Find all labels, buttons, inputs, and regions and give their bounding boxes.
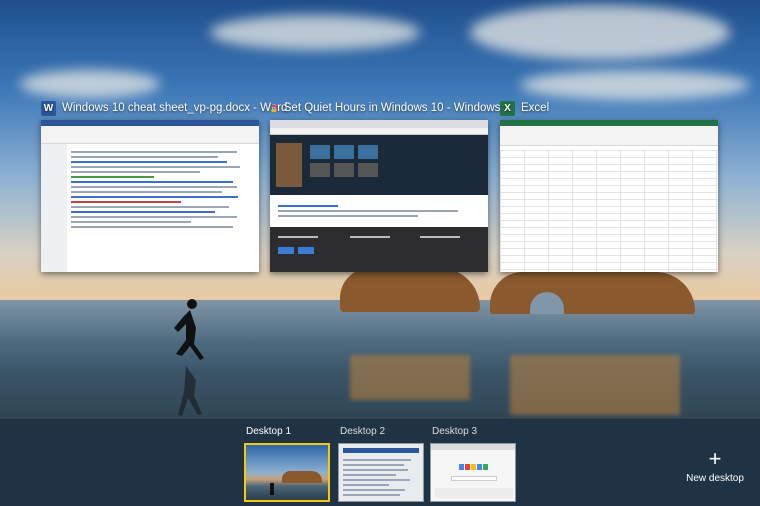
- desktop-label: Desktop 3: [432, 426, 478, 437]
- spreadsheet-grid: [500, 150, 718, 272]
- window-title: Windows 10 cheat sheet_vp-pg.docx - Word: [62, 102, 288, 114]
- desktop-3[interactable]: Desktop 3: [430, 426, 516, 502]
- chrome-icon: [270, 104, 278, 112]
- window-preview-chrome[interactable]: Set Quiet Hours in Windows 10 - Windows.…: [270, 98, 510, 276]
- cloud: [520, 70, 750, 100]
- desktop-label: Desktop 2: [340, 426, 386, 437]
- article-text: [278, 202, 478, 220]
- window-title-bar: W Windows 10 cheat sheet_vp-pg.docx - Wo…: [41, 98, 287, 118]
- window-preview-excel[interactable]: X Excel: [500, 98, 718, 276]
- word-document-body: [71, 148, 255, 272]
- plus-icon: +: [708, 446, 722, 471]
- browser-tabs: [270, 120, 488, 128]
- google-logo-mini: [459, 464, 488, 470]
- new-desktop-button[interactable]: + New desktop: [684, 446, 746, 485]
- desktop-2[interactable]: Desktop 2: [338, 426, 424, 502]
- desktop-thumbnail[interactable]: [430, 443, 516, 502]
- arch-reflection: [510, 355, 680, 415]
- window-thumbnail[interactable]: [41, 120, 259, 272]
- word-icon: W: [41, 100, 56, 116]
- rock-arch: [490, 272, 695, 314]
- desktop-thumbnail[interactable]: [338, 443, 424, 502]
- window-thumbnail[interactable]: [500, 120, 718, 272]
- article-hero-image: [270, 135, 488, 195]
- page-footer: [270, 227, 488, 272]
- rock-reflection: [350, 355, 470, 400]
- word-ribbon: [41, 126, 259, 144]
- window-title-bar: X Excel: [500, 98, 740, 118]
- desktop-thumbnail[interactable]: [244, 443, 330, 502]
- window-title: Set Quiet Hours in Windows 10 - Windows.…: [283, 102, 510, 114]
- window-title: Excel: [521, 102, 550, 114]
- desktop-label: Desktop 1: [246, 426, 292, 437]
- excel-icon: X: [500, 100, 515, 116]
- window-thumbnail[interactable]: [270, 120, 488, 272]
- excel-ribbon: [500, 126, 718, 146]
- browser-address-bar: [270, 128, 488, 135]
- runner-silhouette: [174, 299, 204, 416]
- word-navigation-pane: [41, 144, 67, 272]
- window-preview-word[interactable]: W Windows 10 cheat sheet_vp-pg.docx - Wo…: [41, 98, 287, 276]
- new-desktop-label: New desktop: [686, 473, 744, 484]
- cloud: [210, 15, 420, 50]
- cloud: [20, 70, 160, 98]
- cloud: [470, 5, 730, 60]
- window-title-bar: Set Quiet Hours in Windows 10 - Windows.…: [270, 98, 510, 118]
- desktop-1[interactable]: Desktop 1: [244, 426, 330, 502]
